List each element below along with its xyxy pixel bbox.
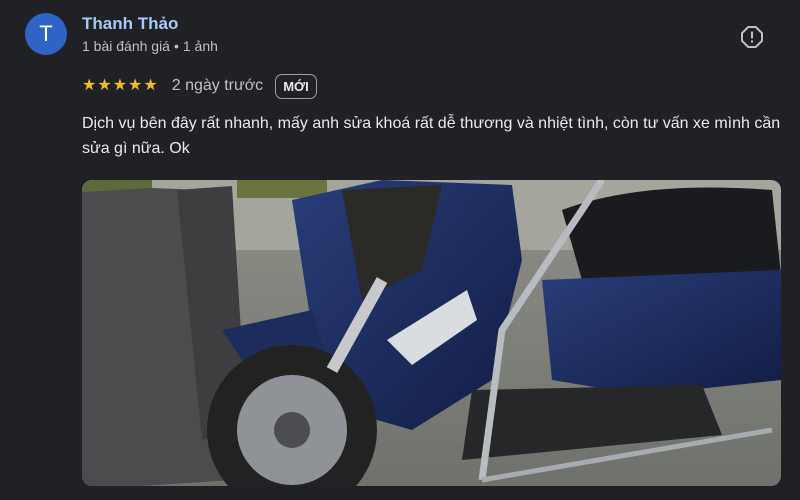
reviewer-meta: 1 bài đánh giá • 1 ảnh xyxy=(82,38,218,54)
review-photo[interactable] xyxy=(82,180,781,486)
star-icon: ★ xyxy=(82,77,97,94)
posted-time: 2 ngày trước xyxy=(171,77,264,94)
avatar[interactable]: T xyxy=(25,13,67,55)
scooter-photo-illustration xyxy=(82,180,781,486)
star-icon: ★ xyxy=(112,77,128,94)
review-count: 1 bài đánh giá xyxy=(82,38,170,54)
star-rating: ★ ★ ★ ★ ★ xyxy=(82,78,158,94)
rating-row: ★ ★ ★ ★ ★ 2 ngày trước MỚI xyxy=(82,72,317,100)
star-icon: ★ xyxy=(97,77,112,94)
new-badge: MỚI xyxy=(275,73,317,99)
avatar-initial: T xyxy=(39,21,53,46)
report-flag-icon[interactable] xyxy=(740,25,764,49)
review-text: Dịch vụ bên đây rất nhanh, mấy anh sửa k… xyxy=(82,115,781,157)
reviewer-name[interactable]: Thanh Thảo xyxy=(82,14,178,34)
star-icon: ★ xyxy=(143,77,158,94)
star-icon: ★ xyxy=(128,77,143,94)
meta-separator: • xyxy=(173,38,179,54)
photo-count: 1 ảnh xyxy=(182,38,218,54)
